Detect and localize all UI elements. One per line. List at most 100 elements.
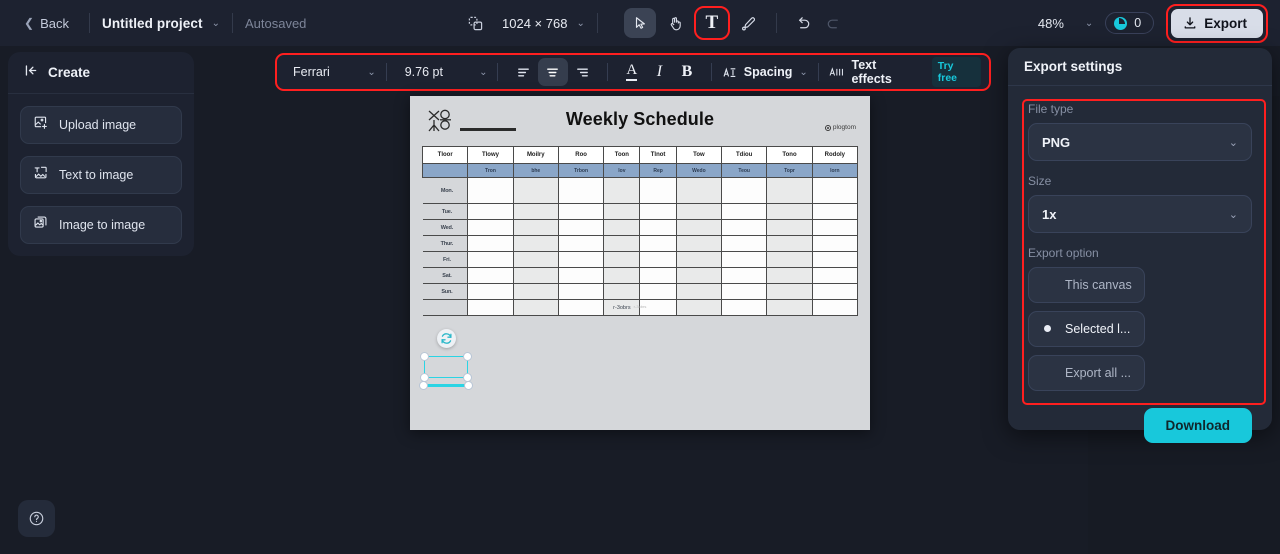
zoom-chevron-icon[interactable]: ⌄ — [1085, 18, 1093, 29]
resize-handle-top-left[interactable] — [420, 352, 429, 361]
table-row[interactable]: Tue. — [422, 203, 859, 220]
table-row[interactable]: Mon. — [422, 177, 859, 204]
table-cell — [766, 283, 813, 300]
selection-width-bar[interactable] — [419, 381, 473, 390]
create-panel-title: Create — [48, 65, 91, 80]
upload-image-icon — [33, 115, 48, 135]
table-row[interactable]: Thur. — [422, 235, 859, 252]
table-cell — [811, 203, 859, 220]
table-cell — [639, 267, 677, 284]
sidebar-item-label: Text to image — [59, 168, 134, 182]
app-root: ❮ Back Untitled project ⌄ Autosaved 1024… — [0, 0, 1280, 554]
export-panel-body: File type PNG ⌄ Size 1x ⌄ Export option … — [1008, 86, 1272, 443]
day-label-mon[interactable]: Mon. — [422, 177, 469, 204]
artboard[interactable]: Weekly Schedule plogtom Tloor Tlowy Moilry… — [410, 96, 870, 430]
canvas-size-chevron-icon[interactable]: ⌄ — [576, 18, 584, 29]
export-button[interactable]: Export — [1171, 8, 1263, 38]
resize-canvas-icon[interactable] — [460, 8, 490, 38]
table-cell — [766, 203, 813, 220]
selected-text-bounds[interactable] — [420, 352, 472, 382]
topbar-center-group: 1024 × 768 ⌄ T — [460, 0, 849, 46]
table-subheader-cell: lorn — [811, 163, 859, 178]
table-header-cell: Tloor — [421, 146, 469, 164]
export-panel-header: Export settings — [1008, 48, 1272, 86]
table-cell — [766, 177, 813, 204]
text-tool[interactable]: T — [693, 6, 730, 40]
radio-icon[interactable] — [1041, 366, 1056, 381]
sidebar-item-image-to-image[interactable]: Image to image — [20, 206, 182, 244]
zoom-level[interactable]: 48% — [1038, 16, 1064, 31]
sidebar-item-text-to-image[interactable]: Text to image — [20, 156, 182, 194]
chevron-down-icon[interactable]: ⌄ — [212, 18, 220, 29]
table-cell — [603, 251, 641, 268]
table-cell — [639, 283, 677, 300]
download-button[interactable]: Download — [1143, 408, 1252, 443]
table-header-cell: Tdiou — [721, 146, 768, 164]
brush-tool[interactable] — [732, 8, 764, 38]
canvas-size-value[interactable]: 1024 × 768 — [502, 16, 567, 31]
export-option-this-canvas[interactable]: This canvas — [1028, 267, 1145, 303]
table-cell — [766, 251, 813, 268]
table-cell — [721, 235, 768, 252]
brand-label: plogtom — [832, 124, 856, 131]
table-row[interactable]: Tloor Tlowy Moilry Roo Toon Tlnot Tow Tdiou Tono… — [421, 146, 859, 164]
redo-icon[interactable] — [819, 8, 849, 38]
table-cell — [603, 177, 641, 204]
brand-watermark: plogtom — [824, 124, 856, 131]
export-option-selected-l[interactable]: Selected l... — [1028, 311, 1145, 347]
table-row[interactable]: Wed. — [422, 219, 859, 236]
credits-badge[interactable]: 0 — [1105, 12, 1155, 34]
export-option-export-all[interactable]: Export all ... — [1028, 355, 1145, 391]
loading-spinner-icon — [437, 329, 456, 348]
size-value: 1x — [1042, 206, 1057, 222]
day-label-fri[interactable]: Fri. — [422, 251, 469, 268]
hand-tool[interactable] — [660, 8, 692, 38]
help-button[interactable] — [18, 500, 55, 537]
table-cell — [512, 283, 559, 300]
canvas-area[interactable]: Weekly Schedule plogtom Tloor Tlowy Moilry… — [200, 96, 1000, 536]
resize-handle-top-right[interactable] — [463, 352, 472, 361]
day-label-thur[interactable]: Thur. — [422, 235, 469, 252]
width-handle-left[interactable] — [419, 381, 428, 390]
table-cell — [675, 219, 723, 236]
radio-icon[interactable] — [1041, 322, 1056, 337]
table-cell — [467, 251, 514, 268]
schedule-table[interactable]: Tloor Tlowy Moilry Roo Toon Tlnot Tow Tdiou Tono… — [421, 146, 859, 316]
table-row[interactable]: Sun. — [422, 283, 859, 300]
day-label-wed[interactable]: Wed. — [422, 219, 469, 236]
table-cell — [721, 177, 768, 204]
collapse-panel-icon[interactable] — [24, 63, 39, 83]
day-label-sun[interactable]: Sun. — [422, 283, 469, 300]
table-cell — [557, 235, 605, 252]
table-cell — [675, 235, 723, 252]
project-name[interactable]: Untitled project — [102, 16, 203, 31]
table-cell — [512, 267, 559, 284]
export-panel-title: Export settings — [1024, 59, 1123, 74]
table-header-cell: Tow — [675, 146, 723, 164]
file-type-select[interactable]: PNG ⌄ — [1028, 123, 1252, 161]
table-cell — [603, 203, 641, 220]
schedule-title[interactable]: Weekly Schedule — [422, 109, 858, 130]
table-cell — [766, 235, 813, 252]
table-subheader-cell: Teou — [721, 163, 768, 178]
back-button[interactable]: ❮ Back — [16, 11, 77, 36]
day-label-sat[interactable]: Sat. — [422, 267, 469, 284]
width-handle-right[interactable] — [464, 381, 473, 390]
table-header-cell: Toon — [603, 146, 641, 164]
table-cell — [467, 267, 514, 284]
size-select[interactable]: 1x ⌄ — [1028, 195, 1252, 233]
select-tool[interactable] — [623, 8, 656, 38]
table-row[interactable]: Tron bhe Trbon lov Rep Wedo Teou Topr lorn — [421, 163, 859, 178]
radio-icon[interactable] — [1041, 278, 1056, 293]
table-row[interactable]: Fri. — [422, 251, 859, 268]
undo-icon[interactable] — [789, 8, 819, 38]
sidebar-item-upload-image[interactable]: Upload image — [20, 106, 182, 144]
table-row[interactable]: Sat. — [422, 267, 859, 284]
table-footnote: r-3obrs — [633, 304, 647, 309]
table-cell — [721, 203, 768, 220]
day-label-tue[interactable]: Tue. — [422, 203, 469, 220]
brand-icon — [824, 124, 831, 131]
divider — [596, 13, 598, 33]
text-tool-label: T — [705, 12, 719, 33]
table-cell — [721, 267, 768, 284]
